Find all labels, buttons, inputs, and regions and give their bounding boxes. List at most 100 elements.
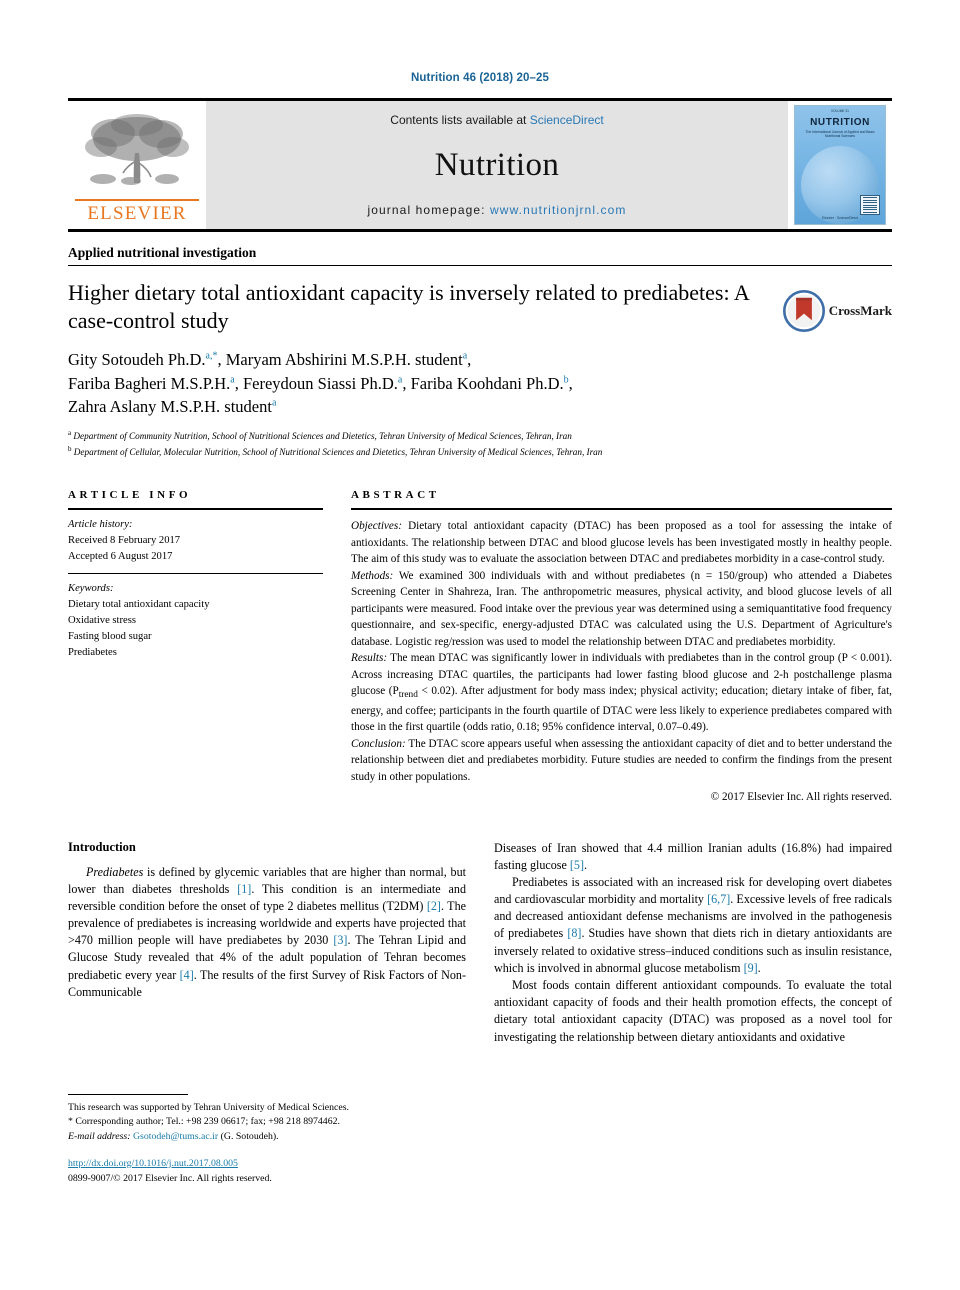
citation-ref-5[interactable]: [5] [570, 858, 584, 872]
affil-marker: a,* [205, 350, 218, 362]
author-list: Gity Sotoudeh Ph.D.a,*, Maryam Abshirini… [68, 348, 788, 418]
objectives-label: Objectives: [351, 520, 402, 533]
journal-cover-thumbnail: VOLUME 31 NUTRITION The International Jo… [788, 101, 892, 229]
citation-ref-8[interactable]: [8] [567, 926, 581, 940]
paper-page: Nutrition 46 (2018) 20–25 ELSEVIER Conte… [0, 0, 960, 1290]
corresponding-author-note: * Corresponding author; Tel.: +98 239 06… [68, 1116, 340, 1128]
issn-copyright: 0899-9007/© 2017 Elsevier Inc. All right… [68, 1172, 272, 1184]
author-line-2: Fariba Bagheri M.S.P.H.a, Fereydoun Sias… [68, 373, 573, 393]
abstract-conclusion: Conclusion: The DTAC score appears usefu… [351, 736, 892, 785]
elsevier-tree-icon [85, 114, 189, 185]
conclusion-text: The DTAC score appears useful when asses… [351, 737, 892, 783]
cover-title: NUTRITION [810, 117, 870, 128]
article-category: Applied nutritional investigation [68, 232, 892, 266]
keywords-label: Keywords: [68, 583, 114, 595]
affil-marker: a [230, 374, 235, 386]
page-title: Higher dietary total antioxidant capacit… [68, 280, 749, 333]
homepage-url-link[interactable]: www.nutritionjrnl.com [490, 203, 626, 217]
body-column-right: Diseases of Iran showed that 4.4 million… [494, 840, 892, 1046]
affil-marker: a [462, 350, 468, 362]
abstract-methods: Methods: We examined 300 individuals wit… [351, 568, 892, 650]
affiliation-a-text: Department of Community Nutrition, Schoo… [73, 430, 572, 441]
article-info-column: ARTICLE INFO Article history: Received 8… [68, 489, 323, 805]
author-line-1: Gity Sotoudeh Ph.D.a,*, Maryam Abshirini… [68, 350, 472, 370]
email-link[interactable]: Gsotodeh@tums.ac.ir [133, 1131, 218, 1142]
sciencedirect-link[interactable]: ScienceDirect [530, 113, 604, 127]
keyword-item: Prediabetes [68, 646, 117, 658]
citation-ref-6-7[interactable]: [6,7] [707, 892, 730, 906]
journal-title: Nutrition [434, 146, 560, 183]
cover-subtitle: The International Journal of Applied and… [805, 130, 875, 139]
abstract-copyright: © 2017 Elsevier Inc. All rights reserved… [710, 791, 892, 804]
journal-masthead: ELSEVIER Contents lists available at Sci… [68, 98, 892, 232]
citation-ref-9[interactable]: [9] [744, 961, 758, 975]
cover-art: VOLUME 31 NUTRITION The International Jo… [794, 105, 886, 225]
methods-text: We examined 300 individuals with and wit… [351, 569, 892, 648]
contents-prefix: Contents lists available at [390, 113, 530, 127]
affil-marker-b: b [68, 444, 72, 453]
intro-paragraph-4: Most foods contain different antioxidant… [494, 977, 892, 1044]
received-date: Received 8 February 2017 [68, 535, 181, 547]
title-block: Higher dietary total antioxidant capacit… [68, 266, 892, 459]
info-abstract-region: ARTICLE INFO Article history: Received 8… [68, 489, 892, 805]
intro-paragraph-2: Diseases of Iran showed that 4.4 million… [494, 840, 892, 874]
homepage-prefix: journal homepage: [367, 203, 491, 217]
funding-note: This research was supported by Tehran Un… [68, 1101, 349, 1113]
doi-link[interactable]: http://dx.doi.org/10.1016/j.nut.2017.08.… [68, 1157, 892, 1171]
email-label: E-mail address: [68, 1130, 131, 1142]
accepted-date: Accepted 6 August 2017 [68, 551, 173, 563]
homepage-line: journal homepage: www.nutritionjrnl.com [367, 203, 626, 217]
citation-ref-2[interactable]: [2] [427, 899, 441, 913]
affil-marker: a [271, 397, 277, 409]
crossmark-badge[interactable]: CrossMark [782, 290, 892, 332]
affiliation-a: a Department of Community Nutrition, Sch… [68, 428, 892, 444]
elsevier-logo: ELSEVIER [68, 101, 206, 229]
email-note: E-mail address: Gsotodeh@tums.ac.ir (G. … [68, 1130, 892, 1144]
footnote-block: This research was supported by Tehran Un… [68, 1087, 892, 1186]
cover-footer: Elsevier · ScienceDirect [822, 216, 858, 220]
affil-marker-a: a [68, 428, 72, 437]
article-info-heading: ARTICLE INFO [68, 489, 192, 502]
email-suffix: (G. Sotoudeh). [218, 1130, 279, 1142]
citation-ref-1[interactable]: [1] [237, 882, 251, 896]
intro-text-3d: . [757, 960, 761, 975]
methods-label: Methods: [351, 569, 394, 582]
affiliation-b: b Department of Cellular, Molecular Nutr… [68, 444, 892, 460]
abstract-objectives: Objectives: Dietary total antioxidant ca… [351, 518, 892, 567]
elsevier-wordmark: ELSEVIER [87, 203, 187, 224]
objectives-text: Dietary total antioxidant capacity (DTAC… [351, 520, 892, 566]
intro-paragraph-3: Prediabetes is associated with an increa… [494, 874, 892, 977]
conclusion-label: Conclusion: [351, 737, 406, 750]
affil-marker: a [397, 374, 403, 386]
article-history: Article history: Received 8 February 201… [68, 510, 323, 573]
keyword-item: Fasting blood sugar [68, 630, 152, 642]
introduction-heading: Introduction [68, 839, 136, 854]
intro-paragraph-1: Prediabetes is defined by glycemic varia… [68, 864, 466, 1001]
prediabetes-emphasis: Prediabetes [86, 864, 144, 879]
intro-text-2a: Diseases of Iran showed that 4.4 million… [494, 840, 892, 872]
body-column-left: Introduction Prediabetes is defined by g… [68, 839, 466, 1184]
footnote-rule [68, 1093, 188, 1095]
citation-ref-4[interactable]: [4] [180, 968, 194, 982]
running-head: Nutrition 46 (2018) 20–25 [410, 72, 549, 84]
article-history-label: Article history: [68, 519, 133, 531]
author-line-3: Zahra Aslany M.S.P.H. studenta [68, 397, 277, 417]
keyword-item: Dietary total antioxidant capacity [68, 598, 210, 610]
journal-band: Contents lists available at ScienceDirec… [206, 101, 788, 229]
keywords-block: Keywords: Dietary total antioxidant capa… [68, 574, 323, 660]
crossmark-label: CrossMark [828, 303, 892, 318]
doi-block: http://dx.doi.org/10.1016/j.nut.2017.08.… [68, 1157, 892, 1186]
affil-marker: b [563, 374, 569, 386]
affiliation-b-text: Department of Cellular, Molecular Nutrit… [73, 446, 603, 457]
citation-ref-3[interactable]: [3] [333, 933, 347, 947]
abstract-results: Results: The mean DTAC was significantly… [351, 650, 892, 736]
results-subscript: trend [398, 690, 418, 701]
elsevier-rule [75, 199, 199, 201]
body-columns: Introduction Prediabetes is defined by g… [68, 839, 892, 1184]
abstract-heading: ABSTRACT [351, 489, 440, 502]
affiliations: a Department of Community Nutrition, Sch… [68, 428, 892, 460]
keyword-item: Oxidative stress [68, 614, 136, 626]
cover-volume-label: VOLUME 31 [831, 109, 849, 113]
abstract-body: Objectives: Dietary total antioxidant ca… [351, 510, 892, 805]
crossmark-icon [782, 290, 825, 332]
